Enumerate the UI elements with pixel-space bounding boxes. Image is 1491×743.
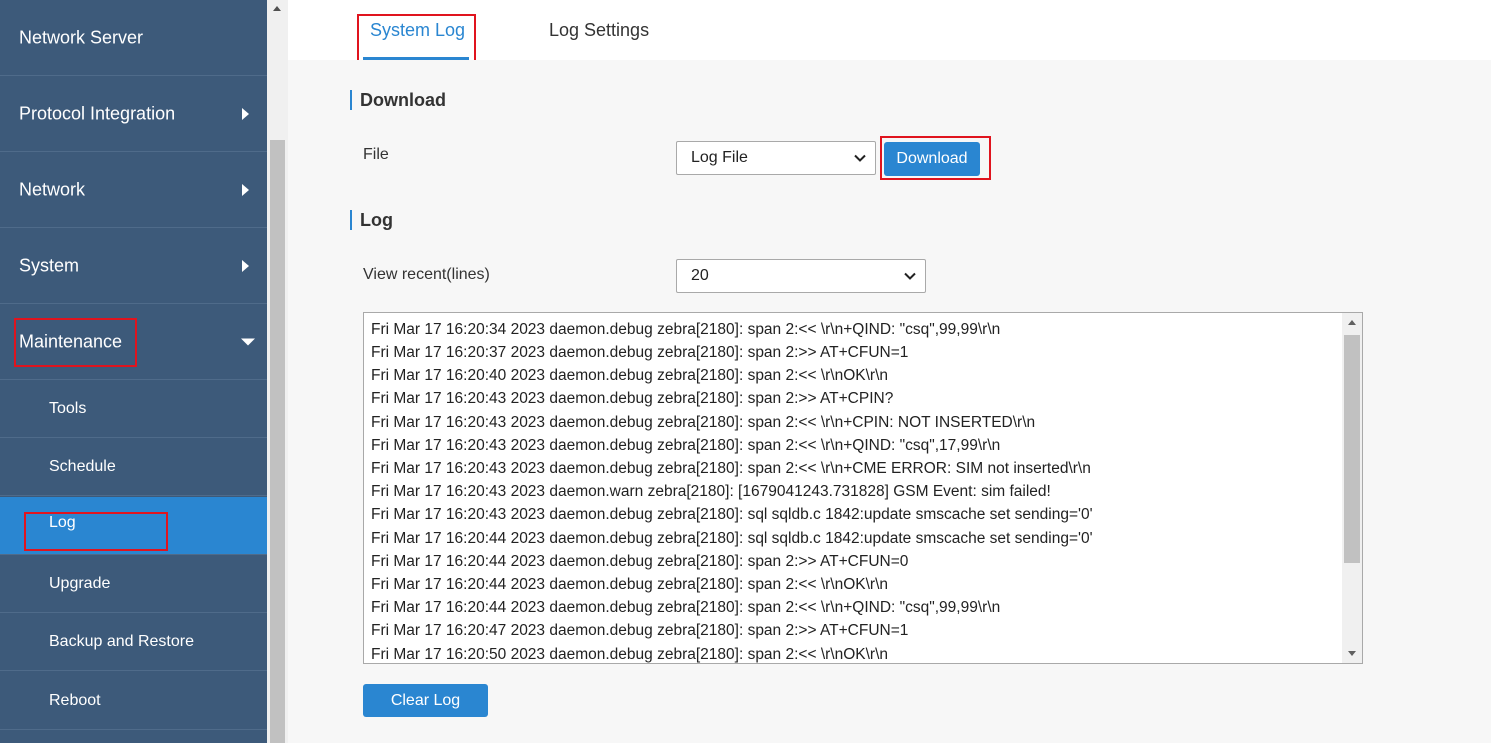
sidebar-item-label: Maintenance bbox=[19, 331, 123, 351]
scroll-up-arrow-icon[interactable] bbox=[273, 6, 281, 11]
sidebar-item-label: Network Server bbox=[19, 27, 144, 47]
log-line: Fri Mar 17 16:20:43 2023 daemon.warn zeb… bbox=[371, 483, 1051, 500]
chevron-right-icon bbox=[242, 183, 249, 196]
sidebar-subitem-label: Reboot bbox=[49, 691, 101, 709]
log-line: Fri Mar 17 16:20:43 2023 daemon.debug ze… bbox=[371, 437, 1001, 454]
sidebar-item-network-server[interactable]: Network Server bbox=[0, 0, 267, 76]
log-line: Fri Mar 17 16:20:43 2023 daemon.debug ze… bbox=[371, 414, 1036, 431]
sidebar-item-system[interactable]: System bbox=[0, 228, 267, 304]
chevron-right-icon bbox=[242, 107, 249, 120]
log-line: Fri Mar 17 16:20:37 2023 daemon.debug ze… bbox=[371, 344, 909, 361]
sidebar-scrollbar[interactable] bbox=[267, 0, 288, 743]
sidebar: Network Server Protocol Integration Netw… bbox=[0, 0, 267, 743]
sidebar-subitem-schedule[interactable]: Schedule bbox=[0, 438, 267, 496]
sidebar-item-label: System bbox=[19, 255, 80, 275]
log-line: Fri Mar 17 16:20:44 2023 daemon.debug ze… bbox=[371, 599, 1001, 616]
sidebar-scrollbar-thumb[interactable] bbox=[270, 140, 285, 743]
tab-bar bbox=[288, 0, 1491, 60]
sidebar-subitem-label: Backup and Restore bbox=[49, 632, 194, 650]
log-line: Fri Mar 17 16:20:44 2023 daemon.debug ze… bbox=[371, 530, 1093, 547]
scroll-down-arrow-icon[interactable] bbox=[1348, 651, 1356, 656]
sidebar-item-maintenance[interactable]: Maintenance bbox=[0, 304, 267, 380]
log-scrollbar-thumb[interactable] bbox=[1344, 335, 1360, 563]
sidebar-subitem-upgrade[interactable]: Upgrade bbox=[0, 555, 267, 613]
clear-log-button-label: Clear Log bbox=[390, 691, 461, 709]
sidebar-subitem-label: Log bbox=[49, 513, 76, 531]
log-line: Fri Mar 17 16:20:40 2023 daemon.debug ze… bbox=[371, 367, 889, 384]
download-button[interactable]: Download bbox=[884, 142, 980, 176]
chevron-right-icon bbox=[242, 259, 249, 272]
log-line: Fri Mar 17 16:20:47 2023 daemon.debug ze… bbox=[371, 622, 909, 639]
view-recent-select-value: 20 bbox=[691, 267, 709, 284]
sidebar-item-protocol-integration[interactable]: Protocol Integration bbox=[0, 76, 267, 152]
log-line: Fri Mar 17 16:20:43 2023 daemon.debug ze… bbox=[371, 506, 1093, 523]
sidebar-subitem-log[interactable]: Log bbox=[0, 497, 267, 555]
sidebar-item-label: Protocol Integration bbox=[19, 103, 176, 123]
log-line: Fri Mar 17 16:20:44 2023 daemon.debug ze… bbox=[371, 576, 889, 593]
tab-system-log[interactable]: System Log bbox=[370, 20, 465, 41]
sidebar-subitem-tools[interactable]: Tools bbox=[0, 380, 267, 438]
view-recent-label: View recent(lines) bbox=[363, 266, 490, 283]
log-scrollbar[interactable] bbox=[1342, 313, 1362, 663]
sidebar-subitem-backup-restore[interactable]: Backup and Restore bbox=[0, 613, 267, 671]
app-root: Network Server Protocol Integration Netw… bbox=[0, 0, 1491, 743]
log-line: Fri Mar 17 16:20:50 2023 daemon.debug ze… bbox=[371, 646, 889, 663]
section-title-download: Download bbox=[350, 90, 446, 110]
log-line: Fri Mar 17 16:20:34 2023 daemon.debug ze… bbox=[371, 321, 1001, 338]
sidebar-subitem-reboot[interactable]: Reboot bbox=[0, 672, 267, 730]
scroll-up-arrow-icon[interactable] bbox=[1348, 320, 1356, 325]
chevron-down-icon bbox=[904, 272, 916, 280]
sidebar-subitem-label: Schedule bbox=[49, 457, 116, 475]
view-recent-select[interactable]: 20 bbox=[676, 259, 926, 293]
sidebar-item-network[interactable]: Network bbox=[0, 152, 267, 228]
sidebar-subitem-label: Upgrade bbox=[49, 574, 111, 592]
log-textarea[interactable]: Fri Mar 17 16:20:34 2023 daemon.debug ze… bbox=[363, 312, 1363, 664]
section-title-log: Log bbox=[350, 210, 393, 230]
file-select[interactable]: Log File bbox=[676, 141, 876, 175]
file-select-value: Log File bbox=[691, 149, 748, 166]
log-line: Fri Mar 17 16:20:44 2023 daemon.debug ze… bbox=[371, 553, 909, 570]
log-line: Fri Mar 17 16:20:43 2023 daemon.debug ze… bbox=[371, 390, 894, 407]
clear-log-button[interactable]: Clear Log bbox=[363, 684, 488, 717]
log-line: Fri Mar 17 16:20:43 2023 daemon.debug ze… bbox=[371, 460, 1091, 477]
tab-log-settings[interactable]: Log Settings bbox=[549, 20, 649, 41]
chevron-down-icon bbox=[241, 338, 255, 345]
sidebar-subitem-label: Tools bbox=[49, 399, 87, 417]
download-button-label: Download bbox=[896, 150, 968, 167]
sidebar-item-label: Network bbox=[19, 179, 86, 199]
chevron-down-icon bbox=[854, 154, 866, 162]
file-label: File bbox=[363, 146, 389, 163]
